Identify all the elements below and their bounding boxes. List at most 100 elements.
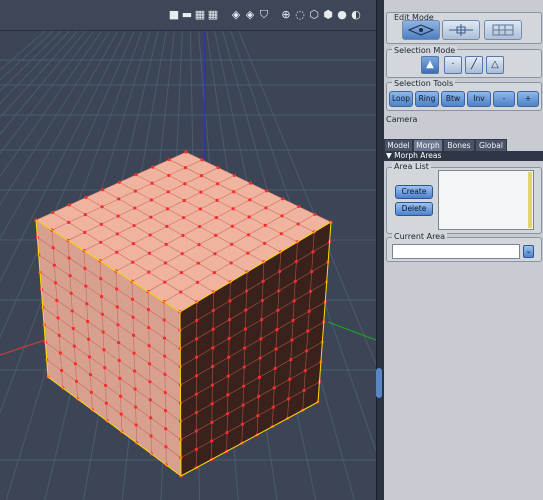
mesh-vertex — [287, 397, 291, 401]
mesh-vertex — [289, 358, 293, 362]
mesh-vertex — [183, 182, 187, 186]
mesh-vertex — [241, 403, 245, 407]
btw-button[interactable]: Btw — [441, 91, 465, 107]
mesh-edit-mode-button[interactable] — [402, 20, 440, 40]
mesh-vertex — [248, 181, 253, 185]
mesh-vertex — [310, 270, 314, 274]
mesh-vertex — [244, 289, 249, 293]
collapse-triangle-icon: ▼ — [386, 151, 392, 160]
edge-select-button[interactable]: ╱ — [465, 56, 483, 74]
loop-button[interactable]: Loop — [389, 91, 413, 107]
mesh-vertex — [261, 279, 265, 283]
mesh-vertex — [195, 280, 200, 284]
selection-tools-title: Selection Tools — [392, 79, 456, 88]
mesh-vertex — [216, 182, 220, 186]
morph-areas-header[interactable]: ▼ Morph Areas — [384, 151, 543, 161]
mesh-vertex — [246, 251, 250, 255]
mesh-vertex — [131, 242, 136, 246]
mesh-vertex — [149, 416, 153, 420]
mesh-vertex — [131, 260, 135, 264]
shrink-selection-button[interactable]: - — [493, 91, 515, 107]
mesh-vertex — [162, 336, 167, 340]
mesh-vertex — [197, 242, 201, 247]
mesh-vertex — [288, 377, 292, 381]
grid-4-icon[interactable]: ▦ — [194, 9, 206, 21]
render-shield-icon[interactable]: ⛉ — [258, 9, 270, 21]
mesh-vertex — [131, 333, 136, 337]
mesh-vertex — [210, 420, 214, 424]
square-icon[interactable]: ■ — [168, 9, 180, 21]
mesh-vertex — [273, 366, 277, 371]
area-list-box[interactable] — [438, 170, 534, 230]
mesh-vertex — [68, 274, 72, 278]
mesh-vertex — [229, 261, 233, 265]
delete-area-button[interactable]: Delete — [395, 202, 433, 216]
mesh-vertex — [164, 427, 168, 431]
mesh-vertex — [211, 327, 215, 331]
mesh-vertex — [257, 375, 261, 379]
mesh-vertex — [302, 388, 306, 393]
viewport-canvas[interactable] — [0, 0, 376, 500]
mesh-vertex — [115, 305, 119, 309]
mesh-vertex — [133, 387, 137, 391]
sphere-icon[interactable]: ● — [336, 9, 348, 21]
mesh-vertex — [257, 394, 261, 399]
ring-button[interactable]: Ring — [415, 91, 439, 107]
mesh-vertex — [99, 294, 104, 299]
mesh-vertex — [87, 337, 91, 341]
mesh-vertex — [72, 344, 76, 348]
mesh-vertex — [195, 318, 199, 323]
mesh-vertex — [211, 346, 215, 350]
half-sphere-icon[interactable]: ◐ — [350, 9, 362, 21]
current-area-field[interactable] — [392, 244, 520, 259]
mesh-vertex — [86, 319, 90, 324]
camera-label: Camera — [386, 115, 418, 124]
vertex-select-button[interactable]: ▲ — [421, 56, 439, 74]
current-area-dropdown-button[interactable]: ⌄ — [523, 245, 534, 258]
mesh-vertex — [134, 405, 138, 409]
mesh-vertex — [99, 240, 103, 244]
mesh-vertex — [275, 328, 279, 332]
create-area-button[interactable]: Create — [395, 185, 433, 199]
mesh-vertex — [84, 284, 88, 288]
mesh-vertex — [163, 408, 168, 413]
face-select-button[interactable]: △ — [486, 56, 504, 74]
mesh-vertex — [179, 290, 183, 294]
mesh-vertex — [74, 379, 79, 383]
dotted-circle-icon[interactable]: ◌ — [294, 9, 306, 21]
3d-viewport[interactable]: ■ ▬ ▦ ▦ ◈ ◈ ⛉ ⊕ ◌ ⬡ ⬢ ● ◐ — [0, 0, 376, 500]
transform-mode-button[interactable] — [442, 20, 480, 40]
wireframe-mode-button[interactable] — [484, 20, 522, 40]
mesh-vertex — [163, 261, 168, 265]
cube-solid-icon[interactable]: ⬢ — [322, 9, 334, 21]
mesh-vertex — [147, 251, 152, 255]
mesh-vertex — [147, 270, 151, 274]
side-panel: Edit Mode Selection Mode ▲ · ╱ △ Selecti… — [384, 0, 543, 500]
mesh-vertex — [148, 380, 152, 384]
splitter-handle[interactable] — [376, 368, 382, 398]
mesh-vertex — [132, 351, 136, 355]
mesh-vertex — [51, 210, 55, 215]
mesh-vertex — [56, 316, 60, 320]
mesh-vertex — [211, 364, 215, 369]
mesh-vertex — [303, 369, 307, 373]
mesh-vertex — [242, 384, 246, 388]
mesh-vertex — [199, 174, 204, 178]
point-select-button[interactable]: · — [444, 56, 462, 74]
render-alt-icon[interactable]: ◈ — [244, 9, 256, 21]
mesh-vertex — [248, 198, 252, 202]
mesh-vertex — [227, 336, 231, 341]
grid-4b-icon[interactable]: ▦ — [207, 9, 219, 21]
render-icon[interactable]: ◈ — [230, 9, 242, 21]
mesh-vertex — [88, 372, 93, 377]
area-list-scrollbar[interactable] — [528, 172, 532, 228]
mesh-vertex — [167, 157, 171, 162]
grow-selection-button[interactable]: + — [517, 91, 539, 107]
mesh-vertex — [210, 402, 214, 406]
inv-button[interactable]: Inv — [467, 91, 491, 107]
mesh-vertex — [132, 369, 137, 373]
grid-2-icon[interactable]: ▬ — [181, 9, 193, 21]
mesh-vertex — [246, 233, 251, 237]
target-icon[interactable]: ⊕ — [280, 9, 292, 21]
cube-outline-icon[interactable]: ⬡ — [308, 9, 320, 21]
